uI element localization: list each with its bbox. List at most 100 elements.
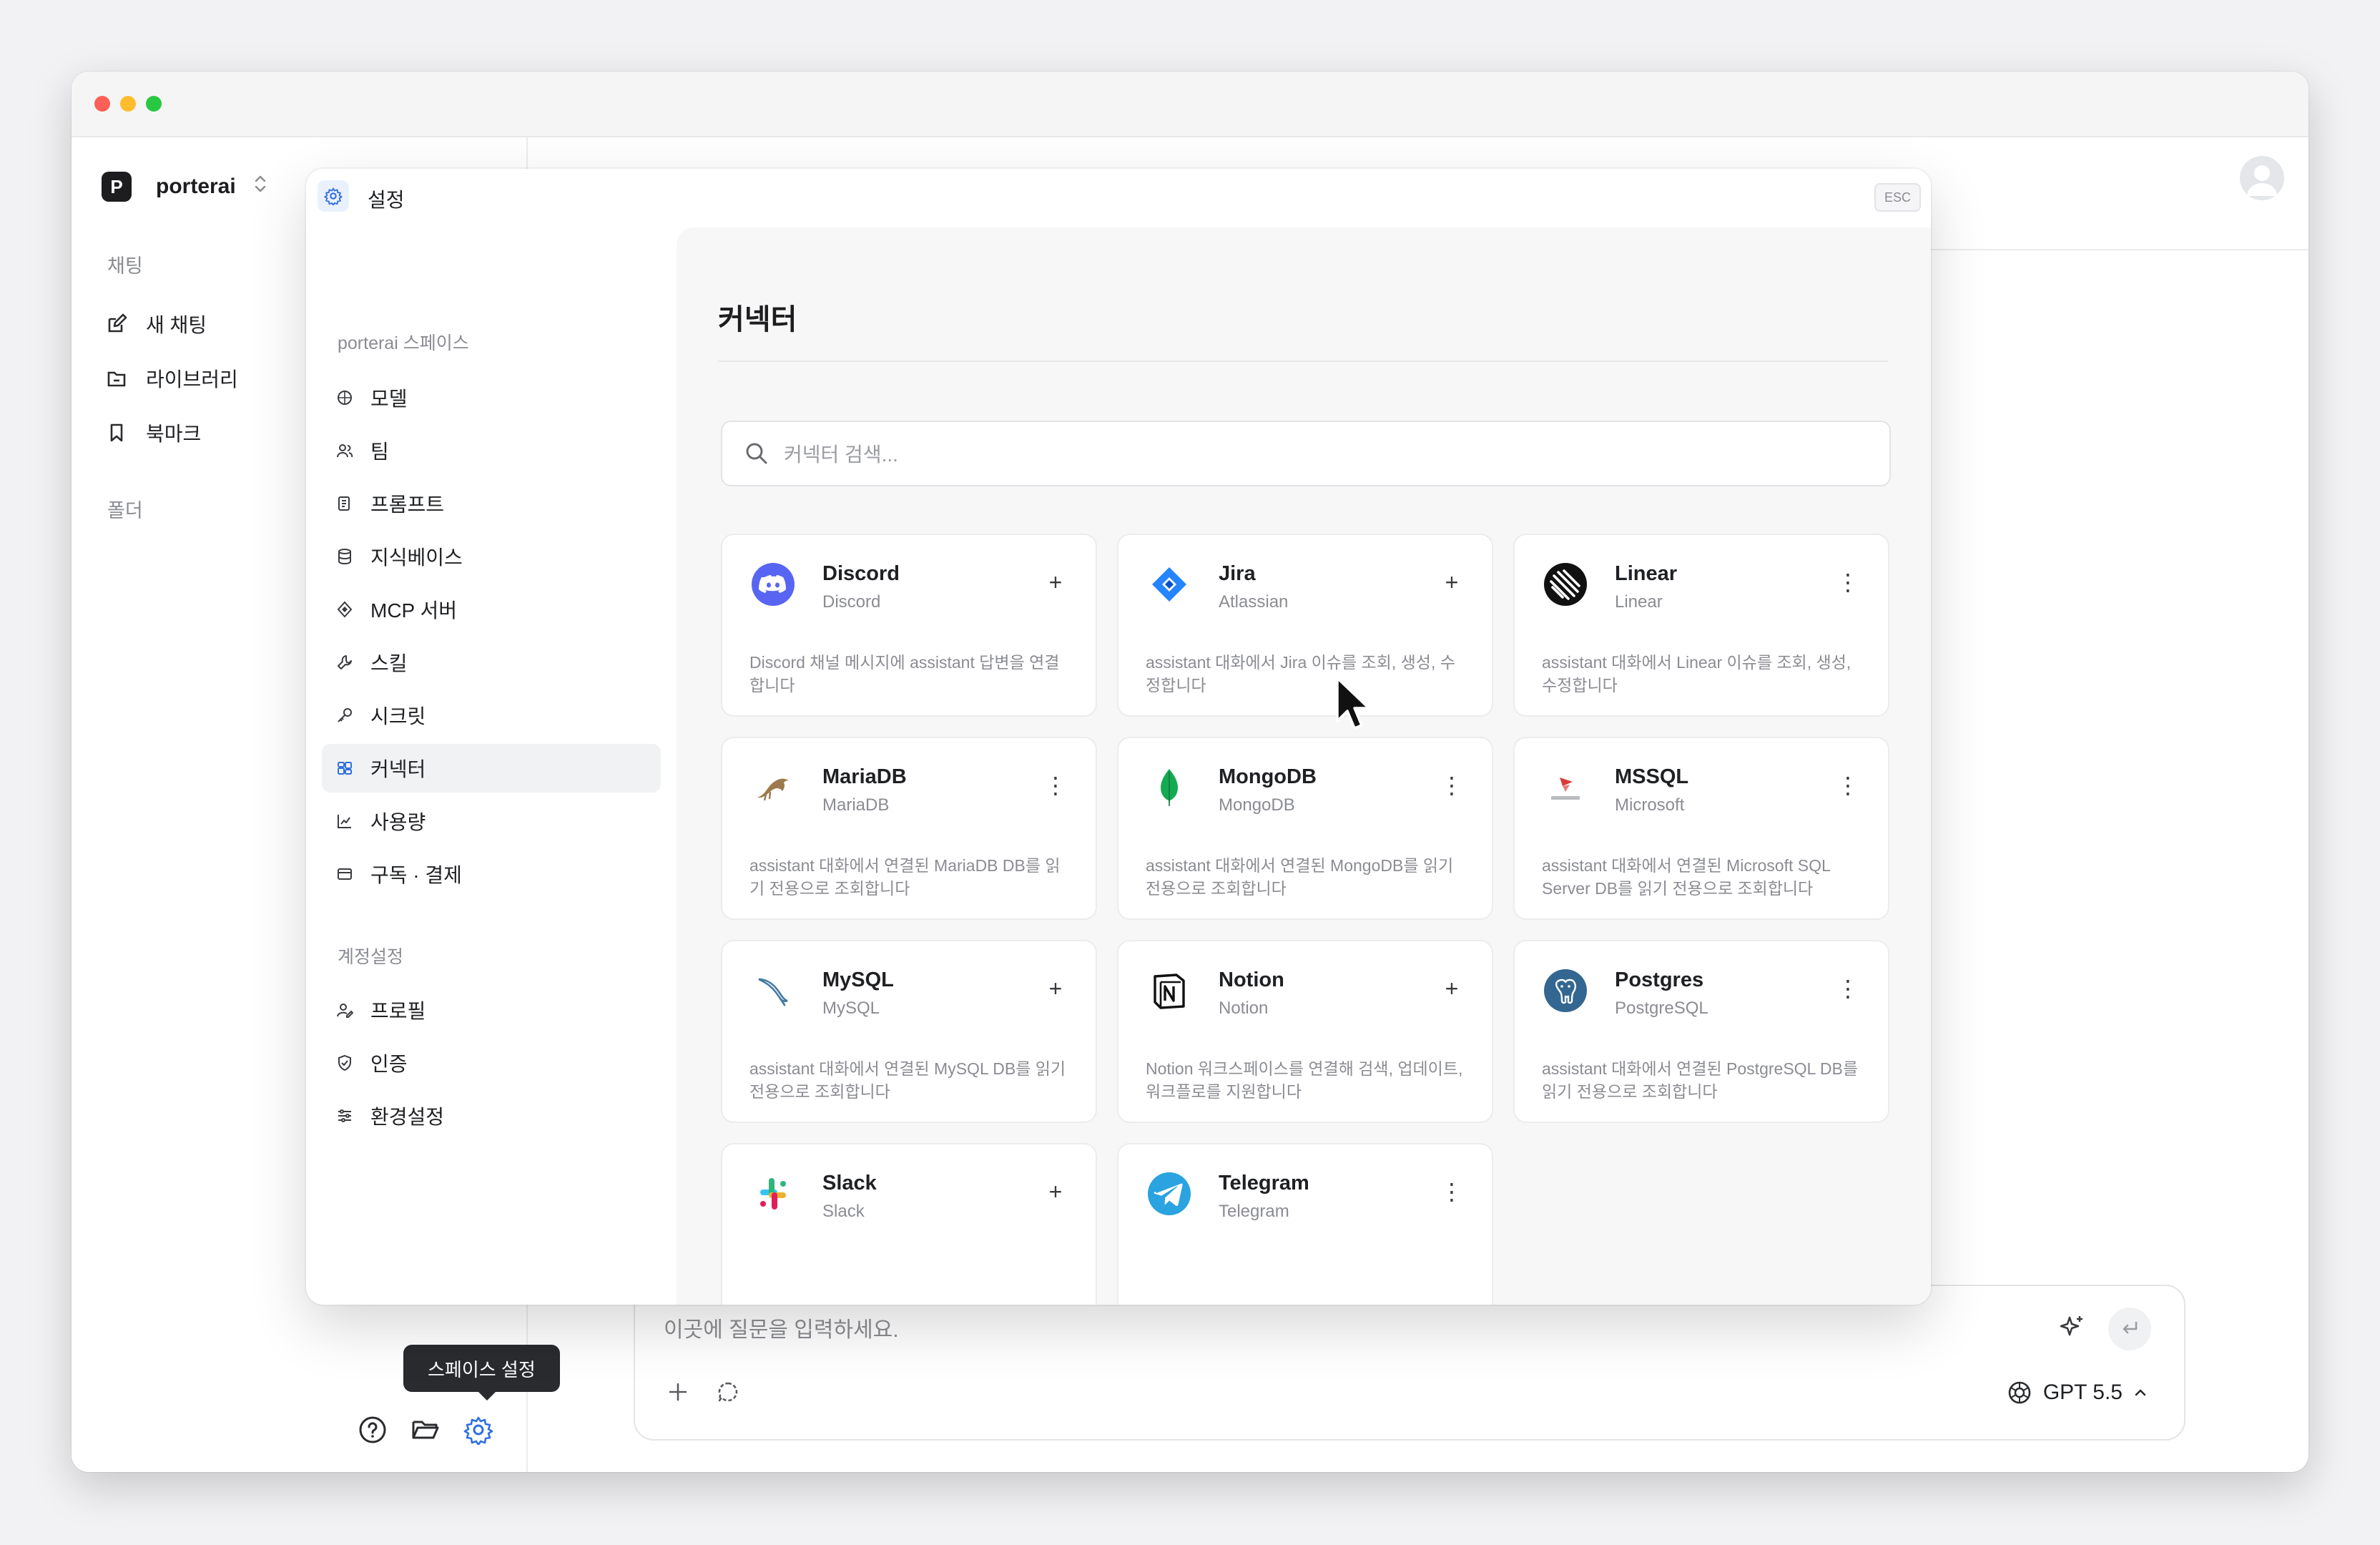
more-options-button[interactable]: ⋮ [1835, 569, 1861, 595]
add-connector-button[interactable]: + [1043, 1179, 1068, 1205]
space-settings-tooltip: 스페이스 설정 [403, 1345, 560, 1401]
connector-name: MySQL [822, 968, 894, 991]
sparkle-icon[interactable] [2055, 1310, 2090, 1345]
connector-card-notion[interactable]: Notion Notion + Notion 워크스페이스를 연결해 검색, 업… [1117, 940, 1493, 1123]
connector-name: Postgres [1615, 968, 1704, 991]
more-options-button[interactable]: ⋮ [1835, 772, 1861, 798]
sidebar-item-bookmark[interactable]: 북마크 [106, 413, 201, 452]
connector-vendor: Notion [1219, 999, 1269, 1018]
more-options-button[interactable]: ⋮ [1043, 772, 1068, 798]
mongodb-icon [1146, 764, 1193, 811]
connector-card-mongodb[interactable]: MongoDB MongoDB ⋮ assistant 대화에서 연결된 Mon… [1117, 737, 1493, 920]
settings-item-label: 시크릿 [370, 705, 426, 727]
chat-composer[interactable]: 이곳에 질문을 입력하세요. GPT 5.5 [634, 1285, 2185, 1441]
esc-close-button[interactable]: ESC [1874, 183, 1921, 212]
connector-card-slack[interactable]: Slack Slack + [721, 1143, 1097, 1305]
model-selector[interactable]: GPT 5.5 [2006, 1379, 2148, 1406]
workspace-name[interactable]: porterai [156, 175, 236, 199]
title-divider [718, 360, 1888, 362]
connector-vendor: Microsoft [1615, 795, 1685, 815]
maximize-window-button[interactable] [146, 96, 162, 112]
connector-card-postgres[interactable]: Postgres PostgreSQL ⋮ assistant 대화에서 연결된… [1513, 940, 1889, 1123]
settings-modal: 설정 ESC porterai 스페이스 모델 팀 프롬프트 지식베이스 MCP… [306, 169, 1931, 1305]
user-avatar[interactable] [2240, 156, 2284, 200]
connector-vendor: Atlassian [1219, 592, 1289, 612]
connector-card-linear[interactable]: Linear Linear ⋮ assistant 대화에서 Linear 이슈… [1513, 534, 1889, 717]
connector-vendor: MySQL [822, 999, 880, 1018]
search-input[interactable]: 커넥터 검색... [784, 439, 898, 468]
model-name: GPT 5.5 [2042, 1380, 2123, 1404]
connector-search[interactable]: 커넥터 검색... [721, 421, 1891, 486]
connector-card-mssql[interactable]: MSSQL Microsoft ⋮ assistant 대화에서 연결된 Mic… [1513, 737, 1889, 920]
settings-item-connector[interactable]: 커넥터 [322, 744, 661, 793]
connector-card-mariadb[interactable]: MariaDB MariaDB ⋮ assistant 대화에서 연결된 Mar… [721, 737, 1097, 920]
library-icon [107, 371, 126, 387]
connector-vendor: MariaDB [822, 795, 890, 815]
connector-card-mysql[interactable]: MySQL MySQL + assistant 대화에서 연결된 MySQL D… [721, 940, 1097, 1123]
connector-vendor: MongoDB [1219, 795, 1295, 815]
settings-item-label: 스킬 [370, 652, 408, 675]
notion-icon [1146, 967, 1193, 1014]
prompt-icon [338, 496, 350, 511]
settings-item-model[interactable]: 모델 [322, 373, 661, 422]
send-button[interactable] [2108, 1308, 2151, 1350]
more-options-button[interactable]: ⋮ [1439, 772, 1465, 798]
connector-description: assistant 대화에서 연결된 Microsoft SQL Server … [1542, 856, 1830, 898]
settings-item-knowledge-base[interactable]: 지식베이스 [322, 532, 661, 581]
composer-input[interactable]: 이곳에 질문을 입력하세요. [664, 1312, 899, 1343]
settings-item-team[interactable]: 팀 [322, 426, 661, 475]
sidebar-bottom-toolbar [356, 1413, 495, 1446]
add-connector-button[interactable]: + [1043, 569, 1068, 595]
settings-item-prompt[interactable]: 프롬프트 [322, 479, 661, 528]
settings-item-label: 지식베이스 [370, 546, 463, 569]
settings-item-secret[interactable]: 시크릿 [322, 691, 661, 740]
workspace-switch-icon[interactable] [253, 172, 267, 205]
connector-description: assistant 대화에서 연결된 MariaDB DB를 읽기 전용으로 조… [749, 856, 1061, 898]
settings-item-label: 인증 [370, 1053, 408, 1075]
connector-description: Discord 채널 메시지에 assistant 답변을 연결합니다 [749, 653, 1060, 695]
mcp-icon [337, 601, 353, 618]
gear-icon[interactable] [462, 1413, 495, 1446]
connector-card-discord[interactable]: Discord Discord + Discord 채널 메시지에 assist… [721, 534, 1097, 717]
plus-icon[interactable] [664, 1378, 692, 1406]
connector-name: Notion [1219, 968, 1284, 991]
settings-item-profile[interactable]: 프로필 [322, 986, 661, 1034]
minimize-window-button[interactable] [120, 96, 136, 112]
more-options-button[interactable]: ⋮ [1835, 976, 1861, 1001]
settings-item-preferences[interactable]: 환경설정 [322, 1092, 661, 1140]
settings-item-auth[interactable]: 인증 [322, 1039, 661, 1087]
connector-vendor: Telegram [1219, 1202, 1289, 1221]
mariadb-icon [749, 764, 797, 811]
connector-card-jira[interactable]: Jira Atlassian + assistant 대화에서 Jira 이슈를… [1117, 534, 1493, 717]
space-section-label: porterai 스페이스 [338, 333, 469, 353]
settings-item-label: MCP 서버 [370, 599, 458, 622]
settings-item-mcp-server[interactable]: MCP 서버 [322, 585, 661, 634]
connector-icon [338, 762, 352, 775]
page-title: 커넥터 [718, 304, 797, 335]
account-section-label: 계정설정 [338, 947, 404, 967]
connector-description: assistant 대화에서 연결된 MongoDB를 읽기 전용으로 조회합니… [1146, 856, 1454, 898]
bookmark-icon [110, 423, 123, 442]
settings-item-label: 모델 [370, 388, 408, 410]
help-icon[interactable] [356, 1413, 389, 1446]
settings-item-skill[interactable]: 스킬 [322, 638, 661, 687]
settings-item-usage[interactable]: 사용량 [322, 797, 661, 845]
folders-section-label: 폴더 [107, 500, 143, 521]
connector-card-telegram[interactable]: Telegram Telegram ⋮ [1117, 1143, 1493, 1305]
sidebar-item-new-chat[interactable]: 새 채팅 [106, 305, 207, 343]
connector-name: Discord [822, 562, 900, 585]
mouse-cursor-icon [1336, 677, 1370, 730]
more-options-button[interactable]: ⋮ [1439, 1179, 1465, 1205]
card-icon [338, 868, 352, 880]
folder-open-icon[interactable] [409, 1413, 442, 1446]
sidebar-item-library[interactable]: 라이브러리 [106, 359, 238, 398]
chat-bubble-icon[interactable] [714, 1378, 742, 1406]
workspace-logo[interactable]: P [102, 172, 132, 202]
add-connector-button[interactable]: + [1439, 976, 1465, 1001]
settings-gear-icon [318, 180, 349, 212]
add-connector-button[interactable]: + [1439, 569, 1465, 595]
title-bar [72, 72, 2308, 137]
add-connector-button[interactable]: + [1043, 976, 1068, 1001]
settings-item-billing[interactable]: 구독 · 결제 [322, 850, 661, 898]
close-window-button[interactable] [94, 96, 110, 112]
